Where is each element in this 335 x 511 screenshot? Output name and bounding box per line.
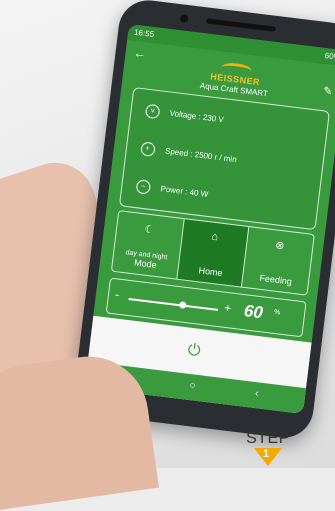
home-mode-button[interactable]: ⌂ Home	[177, 219, 250, 287]
increase-button[interactable]: +	[223, 301, 232, 316]
voltage-row: v Voltage : 230 V	[144, 103, 225, 127]
speed-row: ◐ Speed : 2500 r / min	[140, 141, 237, 167]
moon-icon: ☾	[143, 223, 156, 237]
power-slider-track[interactable]	[128, 297, 219, 311]
home-label: Home	[198, 265, 224, 279]
power-button-icon[interactable]: ⏻	[187, 342, 202, 361]
feeding-icon: ⊗	[274, 239, 286, 253]
battery-status: 60%	[324, 51, 335, 62]
decrease-button[interactable]: -	[114, 287, 120, 301]
app-screen: 16:55 60% ← HEISSNER Aqua Craft SMART ✎ …	[84, 23, 335, 415]
power-icon: –	[135, 179, 152, 195]
voltage-icon: v	[144, 103, 161, 120]
feeding-mode-button[interactable]: ⊗ Feeding	[242, 227, 314, 294]
step-arrow: 1	[254, 448, 282, 466]
speaker	[205, 18, 276, 32]
home-icon: ⌂	[210, 230, 219, 244]
speed-icon: ◐	[140, 141, 156, 157]
edit-icon[interactable]: ✎	[322, 84, 333, 98]
feeding-label: Feeding	[258, 272, 293, 287]
back-arrow-icon[interactable]: ←	[133, 45, 148, 61]
power-row: – Power : 40 W	[135, 179, 209, 202]
day-night-mode-button[interactable]: ☾ day and night Mode	[111, 211, 185, 279]
device-info-card: v Voltage : 230 V ◐ Speed : 2500 r / min…	[118, 86, 331, 231]
status-time: 16:55	[133, 27, 155, 40]
percentage-unit: %	[273, 308, 281, 317]
home-button[interactable]: ○	[189, 380, 196, 392]
power-slider-thumb[interactable]	[178, 301, 187, 309]
back-button[interactable]: ‹	[254, 388, 259, 399]
power-percentage: 60	[242, 301, 264, 323]
speed-text: Speed : 2500 r / min	[164, 146, 238, 165]
step-number: 1	[263, 448, 270, 460]
camera	[179, 14, 189, 24]
power-text: Power : 40 W	[159, 184, 209, 199]
step-label: STEP	[246, 430, 290, 447]
voltage-text: Voltage : 230 V	[169, 108, 225, 125]
step-indicator: STEP 1	[238, 430, 298, 468]
